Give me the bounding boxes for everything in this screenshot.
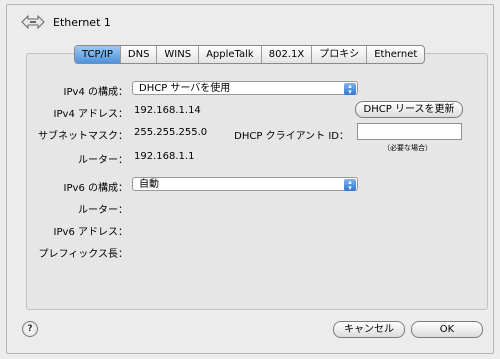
prefix-length-label: プレフィックス長：	[38, 249, 129, 260]
tab-wins[interactable]: WINS	[157, 46, 200, 63]
tab-appletalk[interactable]: AppleTalk	[199, 46, 262, 63]
cancel-button[interactable]: キャンセル	[333, 321, 405, 338]
tab-tcpip[interactable]: TCP/IP	[75, 46, 121, 63]
ipv6-router-label: ルーター：	[78, 205, 128, 216]
tab-ethernet[interactable]: Ethernet	[367, 46, 424, 63]
tab-bar: TCP/IP DNS WINS AppleTalk 802.1X プロキシ Et…	[74, 45, 426, 64]
tab-proxy[interactable]: プロキシ	[312, 46, 368, 63]
ipv4-config-popup[interactable]: DHCP サーバを使用 ▴ ▾	[132, 81, 358, 96]
dhcp-client-id-label: DHCP クライアント ID：	[234, 131, 349, 142]
dhcp-client-id-hint: （必要な場合）	[383, 144, 432, 152]
ipv6-address-label: IPv6 アドレス：	[53, 227, 128, 238]
ok-button[interactable]: OK	[411, 321, 483, 338]
ethernet-icon	[21, 15, 45, 29]
tab-dns[interactable]: DNS	[121, 46, 158, 63]
dhcp-client-id-field[interactable]	[357, 123, 462, 140]
popup-arrows-icon: ▴ ▾	[344, 179, 356, 192]
ipv4-router-label: ルーター：	[78, 155, 128, 166]
tab-8021x[interactable]: 802.1X	[262, 46, 313, 63]
subnet-mask-label: サブネットマスク：	[38, 131, 128, 142]
ipv4-address-label: IPv4 アドレス：	[53, 109, 128, 120]
ipv6-config-value: 自動	[139, 179, 159, 190]
ipv4-router-value: 192.168.1.1	[134, 151, 195, 162]
ipv4-config-value: DHCP サーバを使用	[139, 83, 231, 94]
subnet-mask-value: 255.255.255.0	[134, 127, 208, 138]
popup-arrows-icon: ▴ ▾	[344, 83, 356, 96]
ipv4-config-label: IPv4 の構成：	[63, 87, 128, 98]
ipv4-address-value: 192.168.1.14	[134, 105, 201, 116]
help-icon[interactable]: ?	[22, 321, 38, 337]
window: Ethernet 1 TCP/IP DNS WINS AppleTalk 802…	[6, 4, 494, 354]
renew-dhcp-lease-button[interactable]: DHCP リースを更新	[355, 101, 463, 118]
window-title: Ethernet 1	[53, 15, 111, 29]
title-bar: Ethernet 1	[21, 15, 111, 29]
ipv6-config-label: IPv6 の構成：	[63, 183, 128, 194]
ipv6-config-popup[interactable]: 自動 ▴ ▾	[132, 177, 358, 192]
